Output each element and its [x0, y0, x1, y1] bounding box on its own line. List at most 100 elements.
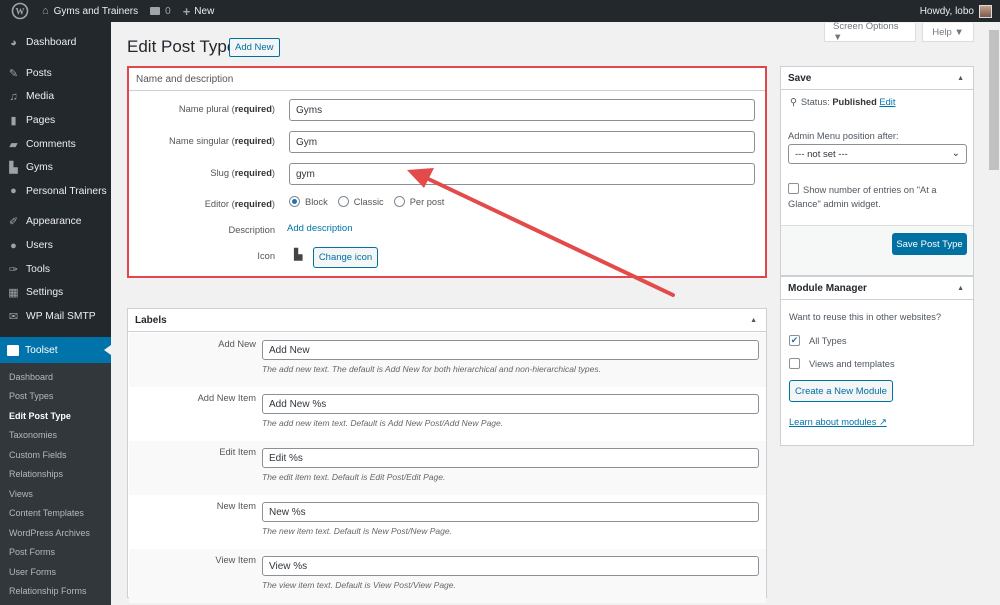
pages-icon: ▮ — [10, 115, 17, 128]
add-new-button[interactable]: Add New — [229, 38, 280, 57]
sidebar-item-media[interactable]: ♫ Media — [0, 85, 111, 109]
save-post-type-button[interactable]: Save Post Type — [892, 233, 967, 255]
collapse-toggle-icon[interactable]: ▲ — [957, 75, 964, 82]
row-description: The new item text. Default is New Post/N… — [262, 526, 452, 536]
all-types-checkbox[interactable]: ✔ — [789, 335, 800, 346]
plus-icon: + — [182, 3, 191, 19]
collapse-toggle-icon[interactable]: ▲ — [750, 317, 757, 324]
sidebar-item-gyms[interactable]: ▙ Gyms — [0, 156, 111, 180]
collapse-toggle-icon[interactable]: ▲ — [957, 285, 964, 292]
mail-icon: ✉ — [8, 310, 19, 323]
submenu-content-templates[interactable]: Content Templates — [0, 504, 111, 524]
status-edit-link[interactable]: Edit — [879, 97, 895, 107]
label-input[interactable]: Add New — [262, 340, 759, 360]
sidebar-item-label: Toolset — [25, 344, 58, 356]
pin-icon: ⚲ — [790, 97, 797, 107]
show-count-checkbox[interactable] — [788, 183, 799, 194]
brush-icon: ✐ — [8, 216, 19, 229]
add-description-link[interactable]: Add description — [287, 223, 352, 234]
submenu-views[interactable]: Views — [0, 484, 111, 504]
submenu-dashboard[interactable]: Dashboard — [0, 367, 111, 387]
editor-classic-radio[interactable]: Classic — [337, 196, 384, 207]
sidebar-item-wp-mail-smtp[interactable]: ✉ WP Mail SMTP — [0, 305, 111, 329]
sidebar-item-appearance[interactable]: ✐ Appearance — [0, 210, 111, 234]
chevron-down-icon: ⌄ — [951, 148, 960, 159]
screen-options-button[interactable]: Screen Options ▼ — [824, 21, 916, 43]
all-types-option: ✔ All Types — [789, 335, 847, 346]
submenu-user-forms[interactable]: User Forms — [0, 562, 111, 582]
sidebar-item-toolset[interactable]: Toolset — [0, 337, 111, 364]
label-input[interactable]: Add New %s — [262, 394, 759, 414]
reuse-question: Want to reuse this in other websites? — [789, 312, 942, 322]
name-singular-label: Name singular (required) — [169, 136, 275, 146]
submenu-relationship-forms[interactable]: Relationship Forms — [0, 582, 111, 602]
name-plural-input[interactable]: Gyms — [289, 99, 755, 121]
box-header: Module Manager ▲ — [781, 277, 973, 300]
page-scrollbar[interactable] — [988, 22, 1000, 590]
submenu-wordpress-archives[interactable]: WordPress Archives — [0, 523, 111, 543]
label-input[interactable]: New %s — [262, 502, 759, 522]
greeting: Howdy, lobo — [919, 5, 974, 17]
submenu-custom-fields[interactable]: Custom Fields — [0, 445, 111, 465]
sidebar-item-personal-trainers[interactable]: ● Personal Trainers — [0, 180, 111, 204]
submenu-post-forms[interactable]: Post Forms — [0, 543, 111, 563]
submenu-post-types[interactable]: Post Types — [0, 387, 111, 407]
sidebar-item-users[interactable]: ● Users — [0, 234, 111, 258]
page-title: Edit Post Type — [127, 37, 237, 56]
row-label: Add New — [218, 339, 256, 349]
comments-link[interactable]: 0 — [144, 0, 177, 22]
editor-block-radio[interactable]: Block — [289, 196, 328, 207]
module-manager-box: Module Manager ▲ Want to reuse this in ot… — [780, 276, 974, 446]
sidebar-item-posts[interactable]: ✎ Posts — [0, 62, 111, 86]
wordpress-logo-button[interactable]: W — [0, 0, 36, 22]
sidebar-item-dashboard[interactable]: ◕ Dashboard — [0, 31, 111, 55]
editor-per-post-radio[interactable]: Per post — [393, 196, 444, 207]
row-description: The edit item text. Default is Edit Post… — [262, 472, 446, 482]
submenu-edit-post-type[interactable]: Edit Post Type — [0, 406, 111, 426]
radio-dot — [337, 196, 349, 207]
submenu-taxonomies[interactable]: Taxonomies — [0, 426, 111, 446]
labels-box: Labels ▲ Add New Add New The add new text. … — [127, 308, 767, 603]
toolset-icon — [7, 344, 19, 356]
sidebar-item-label: Pages — [26, 115, 56, 127]
label-input[interactable]: Edit %s — [262, 448, 759, 468]
views-templates-checkbox[interactable] — [789, 358, 800, 369]
external-link-icon: ↗ — [878, 417, 887, 427]
box-header: Save ▲ — [781, 67, 973, 90]
my-account[interactable]: Howdy, lobo — [919, 4, 1000, 18]
slug-input[interactable]: gym — [289, 163, 755, 185]
map-icon: ▙ — [294, 249, 303, 261]
learn-modules-link[interactable]: Learn about modules ↗ — [789, 417, 887, 428]
site-name-link[interactable]: ⌂ Gyms and Trainers — [36, 0, 144, 22]
editor-radio-group: Block Classic Per post — [289, 196, 454, 207]
label-input[interactable]: View %s — [262, 556, 759, 576]
sidebar-item-label: Appearance — [26, 216, 82, 228]
new-label: New — [194, 5, 215, 17]
row-description: The add new text. The default is Add New… — [262, 364, 601, 374]
comment-icon: ▰ — [9, 138, 18, 151]
sidebar-item-label: Media — [26, 91, 55, 103]
change-icon-button[interactable]: Change icon — [313, 247, 378, 268]
site-name: Gyms and Trainers — [53, 5, 139, 17]
menu-position-label: Admin Menu position after: — [788, 131, 899, 141]
box-title: Labels — [135, 314, 167, 326]
pin-icon: ✎ — [8, 67, 19, 80]
sidebar-item-tools[interactable]: ✑ Tools — [0, 257, 111, 281]
help-button[interactable]: Help ▼ — [922, 23, 974, 42]
new-content-link[interactable]: + New — [177, 0, 221, 22]
name-singular-input[interactable]: Gym — [289, 131, 755, 153]
name-plural-label: Name plural (required) — [178, 104, 275, 114]
label-row: Add New Item Add New %s The add new item t… — [129, 387, 766, 441]
sidebar-item-pages[interactable]: ▮ Pages — [0, 109, 111, 133]
sidebar-item-label: Posts — [26, 67, 52, 79]
menu-position-select[interactable]: --- not set --- ⌄ — [788, 144, 967, 164]
icon-label: Icon — [257, 251, 275, 261]
submenu-relationships[interactable]: Relationships — [0, 465, 111, 485]
scrollbar-thumb[interactable] — [989, 30, 999, 170]
create-module-button[interactable]: Create a New Module — [789, 380, 893, 402]
sidebar-item-settings[interactable]: ▦ Settings — [0, 281, 111, 305]
sidebar-item-comments[interactable]: ▰ Comments — [0, 132, 111, 156]
label-row: View Item View %s The view item text. Defa… — [129, 549, 766, 603]
editor-label: Editor (required) — [204, 199, 275, 209]
row-label: View Item — [215, 555, 256, 565]
